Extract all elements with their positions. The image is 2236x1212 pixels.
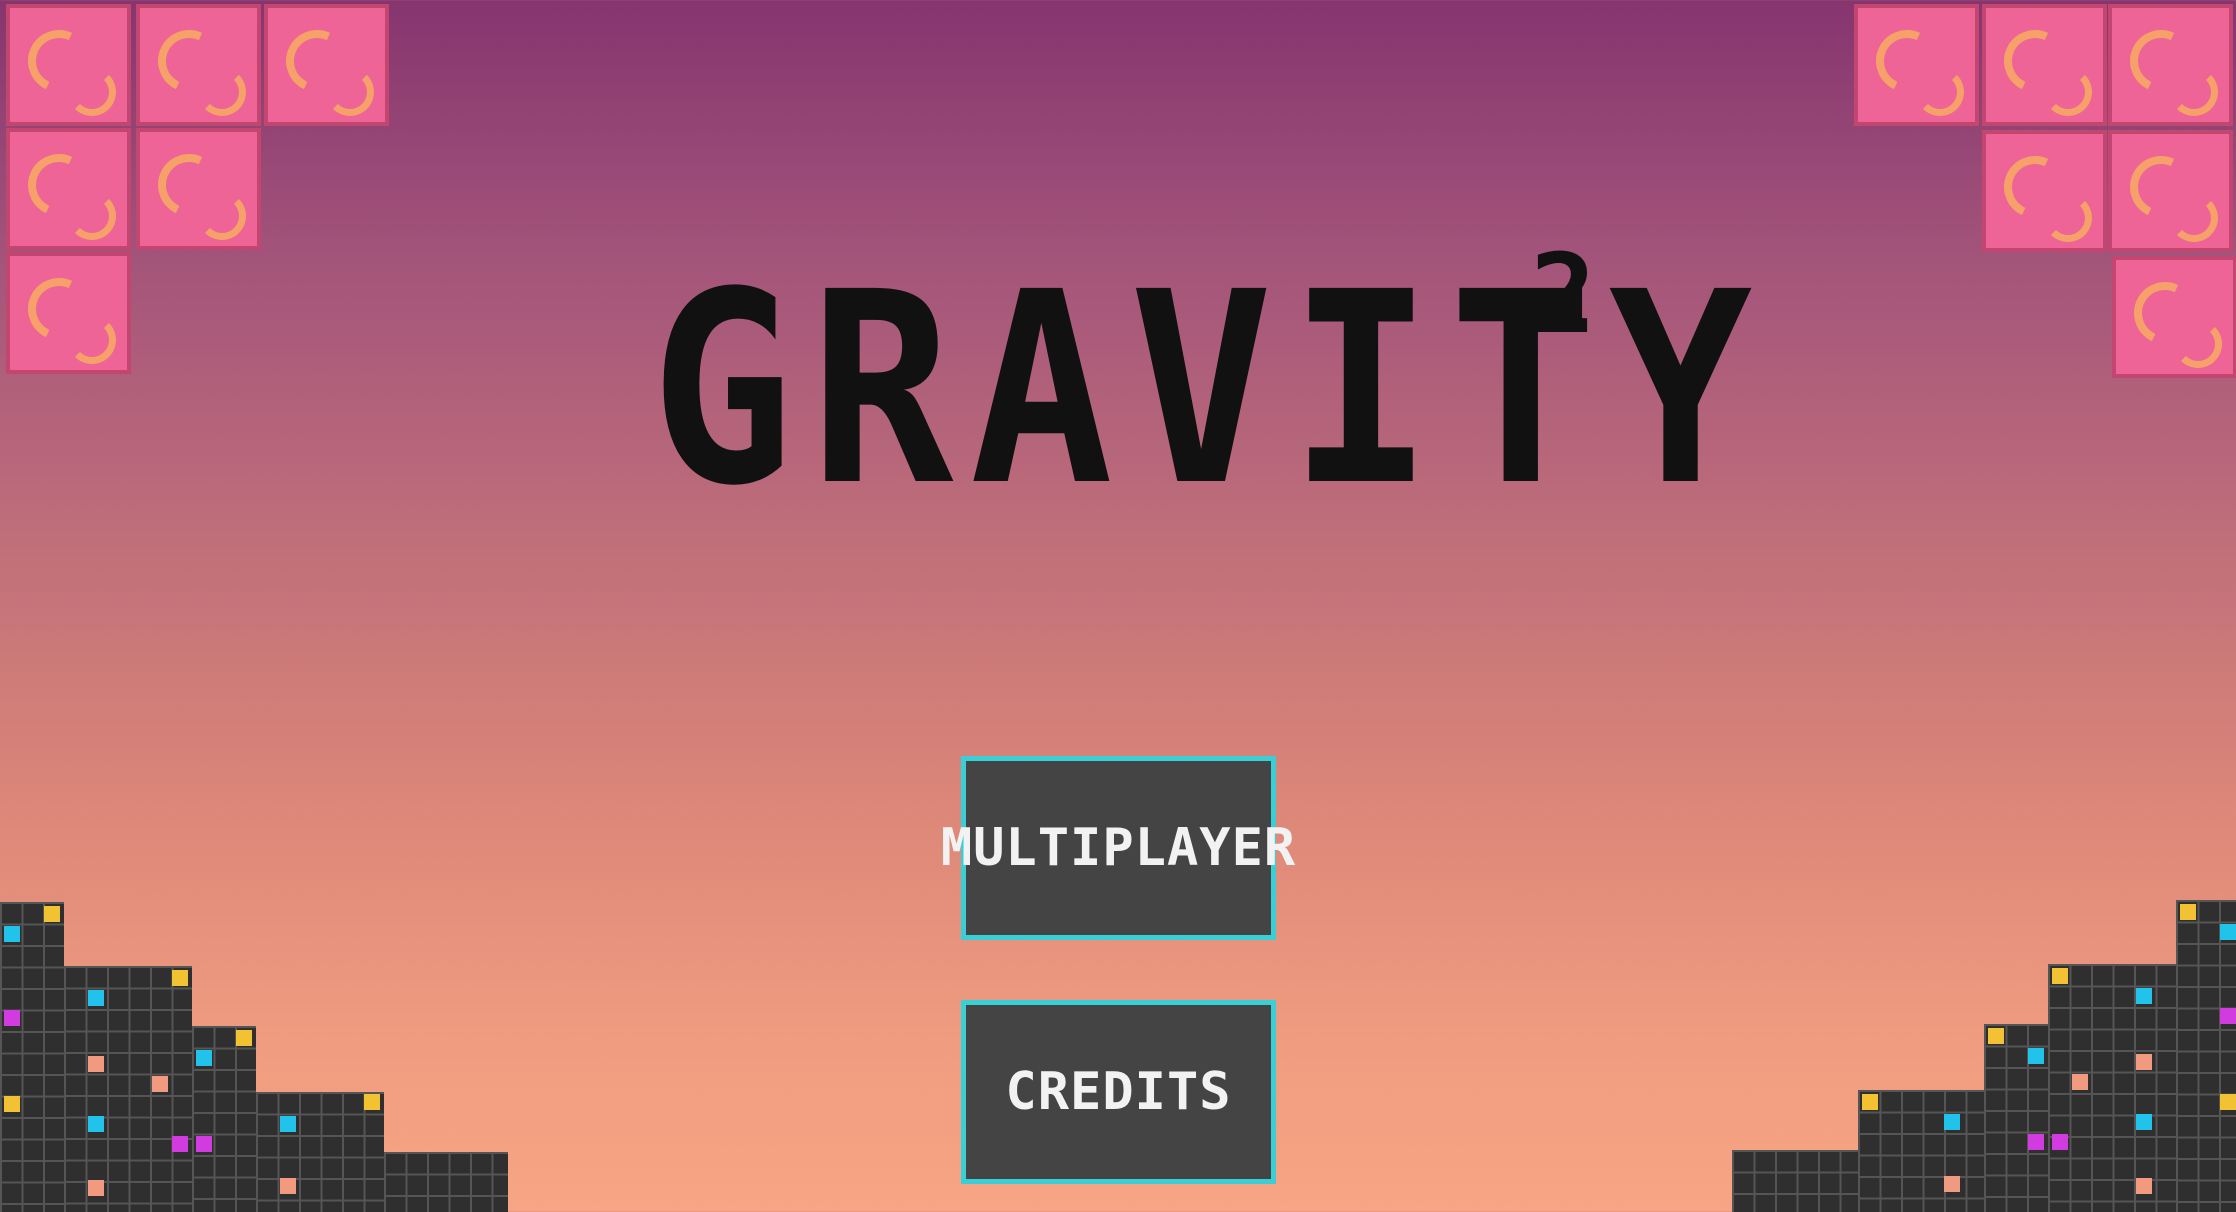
pink-block-icon	[6, 128, 131, 250]
window-light-icon	[1862, 1094, 1878, 1110]
window-light-icon	[88, 1180, 104, 1196]
pink-block-icon	[136, 4, 261, 126]
building-icon	[1732, 1150, 1858, 1212]
building-icon	[0, 902, 64, 1212]
window-light-icon	[2028, 1048, 2044, 1064]
credits-button[interactable]: CREDITS	[961, 1000, 1276, 1184]
window-light-icon	[2136, 1054, 2152, 1070]
window-light-icon	[280, 1116, 296, 1132]
window-light-icon	[4, 1096, 20, 1112]
window-light-icon	[2180, 904, 2196, 920]
window-light-icon	[2072, 1074, 2088, 1090]
window-light-icon	[4, 1010, 20, 1026]
pink-block-icon	[1854, 4, 1979, 126]
building-icon	[2176, 900, 2236, 1212]
multiplayer-button[interactable]: MULTIPLAYER	[941, 756, 1295, 940]
pink-block-icon	[2112, 256, 2236, 378]
pink-block-icon	[264, 4, 389, 126]
window-light-icon	[2052, 1134, 2068, 1150]
game-title: GRAVITY 2	[650, 230, 1752, 540]
game-title-text: GRAVITY	[650, 236, 1769, 544]
building-icon	[256, 1092, 384, 1212]
window-light-icon	[2136, 1178, 2152, 1194]
window-light-icon	[172, 970, 188, 986]
pink-block-icon	[2108, 4, 2233, 126]
window-light-icon	[364, 1094, 380, 1110]
window-light-icon	[4, 926, 20, 942]
pink-block-icon	[6, 4, 131, 126]
pink-block-icon	[1982, 130, 2107, 252]
game-title-superscript: 2	[1530, 230, 1597, 358]
window-light-icon	[88, 1056, 104, 1072]
pink-block-icon	[6, 252, 131, 374]
window-light-icon	[2220, 924, 2236, 940]
pink-block-icon	[1982, 4, 2107, 126]
window-light-icon	[172, 1136, 188, 1152]
building-icon	[384, 1152, 508, 1212]
building-icon	[2048, 964, 2176, 1212]
window-light-icon	[196, 1050, 212, 1066]
building-icon	[64, 966, 192, 1212]
window-light-icon	[1944, 1114, 1960, 1130]
window-light-icon	[2028, 1134, 2044, 1150]
window-light-icon	[1944, 1176, 1960, 1192]
window-light-icon	[2136, 988, 2152, 1004]
pink-block-icon	[136, 128, 261, 250]
window-light-icon	[2220, 1094, 2236, 1110]
window-light-icon	[88, 990, 104, 1006]
window-light-icon	[236, 1030, 252, 1046]
window-light-icon	[2052, 968, 2068, 984]
pink-block-icon	[2108, 130, 2233, 252]
window-light-icon	[44, 906, 60, 922]
window-light-icon	[1988, 1028, 2004, 1044]
window-light-icon	[196, 1136, 212, 1152]
window-light-icon	[2220, 1008, 2236, 1024]
window-light-icon	[152, 1076, 168, 1092]
window-light-icon	[2136, 1114, 2152, 1130]
window-light-icon	[88, 1116, 104, 1132]
window-light-icon	[280, 1178, 296, 1194]
